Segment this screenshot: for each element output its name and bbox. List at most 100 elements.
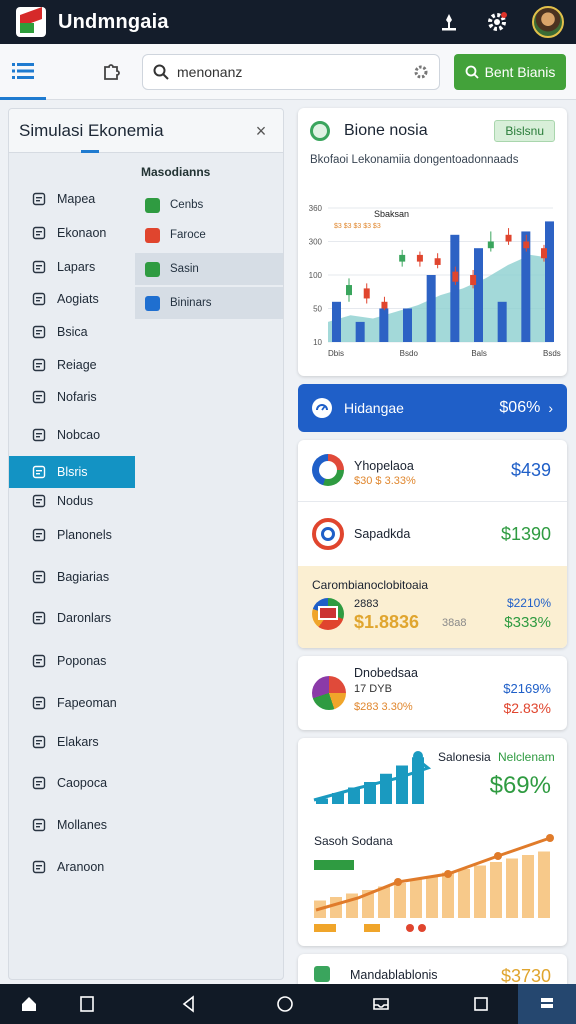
sub-item[interactable]: Faroce <box>135 219 283 251</box>
sidebar-item[interactable]: Mapea <box>9 183 135 215</box>
growth-value: $69% <box>489 772 551 799</box>
building-icon <box>31 610 47 626</box>
primary-button-label: Bent Bianis <box>484 64 556 80</box>
stack-icon[interactable] <box>518 984 576 1024</box>
doc-icon[interactable] <box>58 984 116 1024</box>
sidebar-item[interactable]: Poponas <box>9 645 135 677</box>
candle <box>452 271 459 282</box>
sub-item[interactable]: Sasin <box>135 253 283 285</box>
back-icon[interactable] <box>160 984 218 1024</box>
sidebar-item[interactable]: Nodus <box>9 485 135 517</box>
sidebar-item[interactable]: Bsica <box>9 316 135 348</box>
square-icon[interactable] <box>452 984 510 1024</box>
home-icon[interactable] <box>0 984 58 1024</box>
sidebar-item-label: Mapea <box>57 192 96 206</box>
monitor-icon <box>31 817 47 833</box>
avatar[interactable] <box>532 6 564 38</box>
sidebar-item[interactable]: Bagiarias <box>9 561 135 593</box>
chart-icon <box>314 966 330 982</box>
bar <box>410 879 422 918</box>
calendar-icon <box>31 357 47 373</box>
sidebar-item[interactable]: Daronlars <box>9 602 135 634</box>
sub-item-label: Faroce <box>170 229 206 241</box>
sidebar-item[interactable]: Blsris <box>9 456 135 488</box>
bar <box>490 862 502 918</box>
file-icon <box>31 259 47 275</box>
chart-icon <box>145 295 160 311</box>
sidebar-item[interactable]: Mollanes <box>9 809 135 841</box>
bar <box>394 883 406 918</box>
sidebar-item[interactable]: Ekonaon <box>9 217 135 249</box>
check-icon <box>145 197 160 213</box>
sidebar-item-label: Elakars <box>57 735 99 749</box>
menu-button[interactable] <box>0 44 46 100</box>
sidebar-item-label: Fapeoman <box>57 696 117 710</box>
app-bar: Undmngaia <box>0 0 576 44</box>
bar <box>474 865 486 918</box>
ring-icon <box>312 518 344 550</box>
legend-sub: $3 $3 $3 $3 $3 <box>334 223 381 230</box>
people-icon <box>31 859 47 875</box>
puzzle-icon[interactable] <box>98 58 124 84</box>
menu-icon <box>12 62 34 79</box>
pie-icon <box>312 598 344 630</box>
sidebar-item[interactable]: Nofaris <box>9 381 135 413</box>
bar <box>497 301 507 342</box>
folder-icon <box>31 291 47 307</box>
sub-item[interactable]: Bininars <box>135 287 283 319</box>
book-icon <box>31 324 47 340</box>
search-input[interactable] <box>177 64 413 80</box>
bar <box>474 248 483 342</box>
chart-badge[interactable]: Bislsnu <box>494 120 555 142</box>
highlight-bar[interactable]: Hidangae $06% › <box>298 384 567 432</box>
bar <box>426 876 438 918</box>
chart-card-subtitle: Bkofaoi Lekonamiia dongentoadonnaads <box>310 154 519 166</box>
close-icon[interactable]: × <box>251 121 271 141</box>
growth-card[interactable]: Salonesia Nelclenam $69% Sasoh Sodana <box>298 738 567 946</box>
pie-card[interactable]: Dnobedsaa 17 DYB $283 3.30% $2169% $2.83… <box>298 656 567 730</box>
sidebar-item[interactable]: Lapars <box>9 251 135 283</box>
sidebar-item[interactable]: Planonels <box>9 519 135 551</box>
tray-icon[interactable] <box>352 984 410 1024</box>
chart-card: Bione nosia Bislsnu Bkofaoi Lekonamiia d… <box>298 108 567 376</box>
candle <box>541 248 547 259</box>
app-logo <box>16 7 46 37</box>
candle <box>470 275 477 286</box>
sidebar-item[interactable]: Aranoon <box>9 851 135 883</box>
list-item[interactable]: Yhopelaoa $30 $ 3.33% $439 <box>298 440 567 502</box>
y-tick-label: 360 <box>309 204 323 213</box>
x-tick-label: Bsdo <box>400 349 419 358</box>
window-icon <box>31 695 47 711</box>
candle <box>523 241 530 249</box>
sidebar-item[interactable]: Aogiats <box>9 283 135 315</box>
sidebar-item[interactable]: Fapeoman <box>9 687 135 719</box>
toolbar: Bent Bianis <box>0 44 576 100</box>
sidebar-item-label: Bagiarias <box>57 570 110 584</box>
list-item-highlighted[interactable]: Carombianoclobitoaia 2883 $1.8836 38a8 $… <box>298 566 567 648</box>
gear-icon[interactable] <box>484 9 510 35</box>
pin-icon[interactable] <box>436 9 462 35</box>
bottom-nav <box>0 984 576 1024</box>
sidebar-item[interactable]: Reiage <box>9 349 135 381</box>
sidebar-item[interactable]: Elakars <box>9 726 135 758</box>
primary-button[interactable]: Bent Bianis <box>454 54 566 90</box>
circle-icon[interactable] <box>256 984 314 1024</box>
item-value-2: $2.83% <box>503 700 551 716</box>
sub-item[interactable]: Cenbs <box>135 189 283 221</box>
bar <box>396 765 408 804</box>
sidebar-item[interactable]: Nobcao <box>9 419 135 451</box>
growth-label-3: Sasoh Sodana <box>314 834 393 848</box>
sidebar-item-label: Daronlars <box>57 611 112 625</box>
legend-chip <box>314 860 354 870</box>
list-item[interactable]: Sapadkda $1390 <box>298 502 567 566</box>
document-icon <box>31 527 47 543</box>
search-box[interactable] <box>142 54 440 90</box>
pen-icon <box>31 734 47 750</box>
sidebar-item[interactable]: Caopoca <box>9 767 135 799</box>
highlight-value: $06% <box>499 399 541 416</box>
metrics-list-card: Yhopelaoa $30 $ 3.33% $439 Sapadkda $139… <box>298 440 567 648</box>
mail-icon <box>145 261 160 277</box>
trend-point <box>444 870 452 878</box>
legend-dot <box>406 924 414 932</box>
bar <box>506 858 518 918</box>
